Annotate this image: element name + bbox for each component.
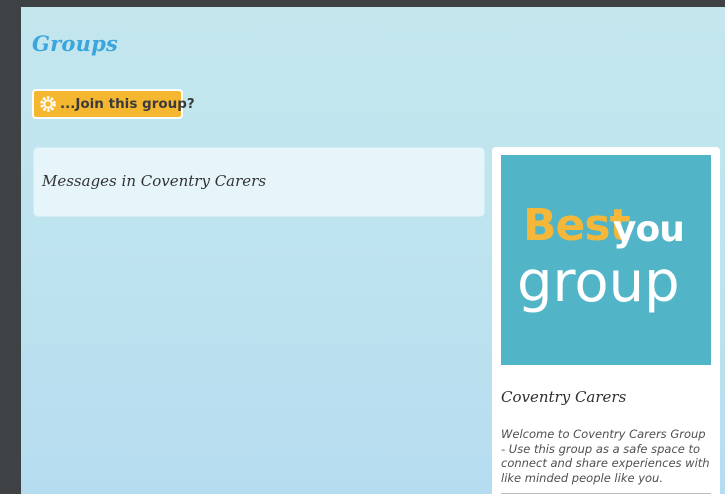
join-group-label: ...Join this group? [60, 96, 195, 112]
group-name: Coventry Carers [501, 388, 627, 406]
messages-title: Messages in Coventry Carers [42, 172, 267, 190]
group-logo: Best you group [501, 155, 711, 365]
join-group-button[interactable]: ...Join this group? [32, 89, 195, 119]
logo-word-you: you [613, 209, 685, 250]
group-description: Welcome to Coventry Carers Group - Use t… [501, 427, 710, 485]
logo-word-group: group [517, 250, 680, 315]
group-card: Best you group Coventry Carers Welcome t… [492, 147, 720, 494]
messages-panel: Messages in Coventry Carers [33, 147, 485, 217]
page-title: Groups [32, 31, 118, 56]
gear-icon [38, 94, 58, 114]
page-content: Groups ...Join this group? Messages in C… [21, 7, 725, 494]
